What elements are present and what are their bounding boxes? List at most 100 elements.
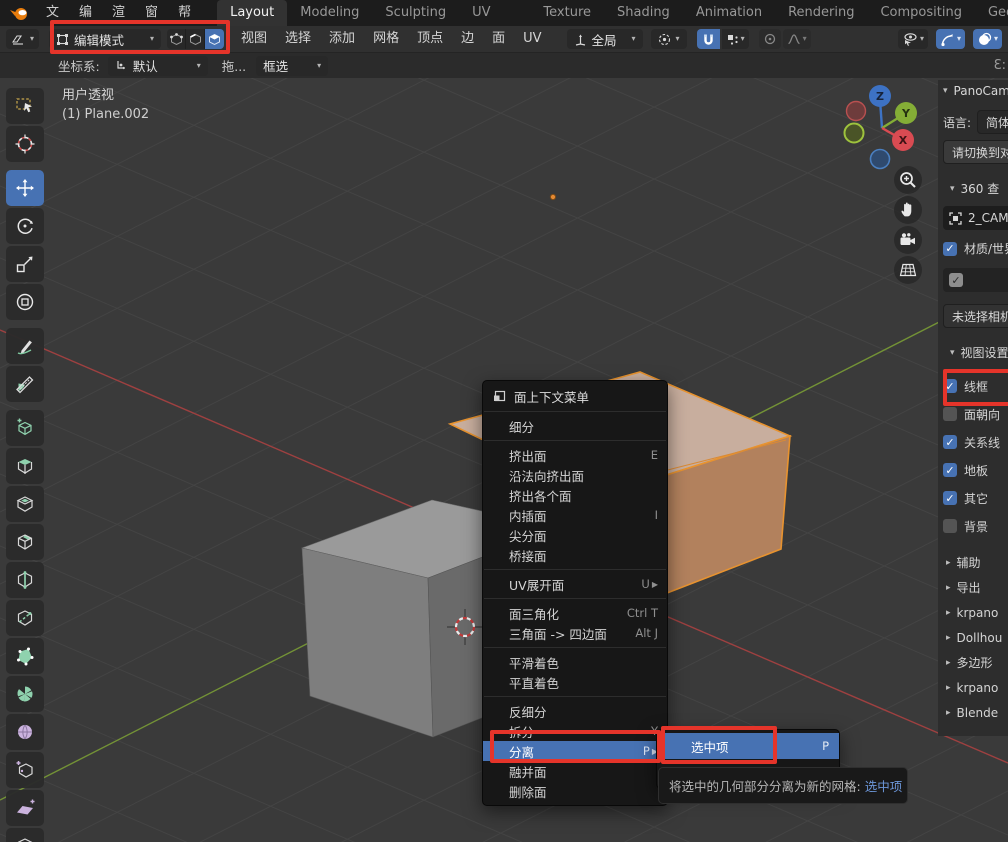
snap-toggle-button[interactable] <box>697 29 720 49</box>
gizmo-negative-z-ball[interactable] <box>871 150 890 169</box>
context-menu-item[interactable]: 桥接面 <box>483 545 667 565</box>
edge-select-button[interactable] <box>186 29 205 49</box>
sidebar-header-panocam[interactable]: ▾ PanoCam <box>943 84 1008 98</box>
viewport-menu-item[interactable]: 选择 <box>276 26 320 52</box>
context-menu-item[interactable]: 删除面 <box>483 781 667 801</box>
tool-inset-faces[interactable] <box>6 486 44 522</box>
pivot-point-dropdown[interactable]: ▾ <box>651 29 687 49</box>
context-menu-item[interactable]: 平直着色 <box>483 672 667 692</box>
context-menu-item[interactable]: 拆分 Y <box>483 721 667 741</box>
checkbox-icon[interactable]: ✓ <box>943 435 957 449</box>
checkbox-checked-icon[interactable]: ✓ <box>943 242 957 256</box>
viewport-menu-item[interactable]: 面 <box>483 26 514 52</box>
tool-rotate[interactable] <box>6 208 44 244</box>
tool-poly-build[interactable] <box>6 638 44 674</box>
workspace-tab[interactable]: Layout <box>217 0 287 26</box>
gizmo-negative-y-ball[interactable] <box>845 124 864 143</box>
camera-view-button[interactable] <box>894 226 922 254</box>
workspace-tab[interactable]: Rendering <box>775 0 867 26</box>
collapsed-section-row[interactable]: ▸ Blende <box>946 700 1002 725</box>
view-setting-row[interactable]: ✓ 背景 <box>943 512 1000 540</box>
workspace-tab[interactable]: Modeling <box>287 0 372 26</box>
gizmos-toggle-button[interactable]: ▾ <box>936 29 965 49</box>
material-world-checkbox-row[interactable]: ✓ 材质/世界 <box>943 240 1008 257</box>
tool-shear[interactable] <box>6 790 44 826</box>
tool-select-box[interactable] <box>6 88 44 124</box>
view-setting-row[interactable]: ✓ 地板 <box>943 456 1000 484</box>
checkbox-icon[interactable]: ✓ <box>943 407 957 421</box>
tool-move[interactable] <box>6 170 44 206</box>
context-menu-item[interactable]: 挤出各个面 <box>483 485 667 505</box>
context-menu-item[interactable]: 反细分 <box>483 701 667 721</box>
orientation-default-dropdown[interactable]: 默认 ▾ <box>108 56 208 76</box>
snap-target-dropdown[interactable]: ▾ <box>722 29 749 49</box>
view-setting-row[interactable]: ✓ 其它 <box>943 484 1000 512</box>
transform-orientation-dropdown[interactable]: 全局 ▾ <box>567 29 643 49</box>
tool-annotate[interactable] <box>6 328 44 364</box>
tool-randomize[interactable] <box>6 752 44 788</box>
workspace-tab[interactable]: Texture Paint <box>530 0 604 26</box>
tool-add-cube[interactable] <box>6 410 44 446</box>
face-select-button[interactable] <box>205 29 224 49</box>
navigation-gizmo[interactable]: Z Y X <box>820 70 950 180</box>
view-setting-row[interactable]: ✓ 关系线 <box>943 428 1000 456</box>
context-menu-item[interactable]: 挤出面 E <box>483 445 667 465</box>
tool-rip-region[interactable] <box>6 828 44 842</box>
switch-language-button[interactable]: 请切换到对 <box>943 140 1008 164</box>
tool-cursor[interactable] <box>6 126 44 162</box>
projection-toggle-button[interactable] <box>894 256 922 284</box>
tool-spin[interactable] <box>6 676 44 712</box>
view-setting-row[interactable]: ✓ 面朝向 <box>943 400 1000 428</box>
workspace-tab[interactable]: Geometry Nodes <box>975 0 1008 26</box>
proportional-editing-button[interactable] <box>759 29 781 49</box>
viewport-menu-item[interactable]: UV <box>514 26 550 52</box>
collapsed-section-row[interactable]: ▸ Dollhou <box>946 625 1002 650</box>
tool-knife[interactable] <box>6 600 44 636</box>
workspace-tab[interactable]: Compositing <box>867 0 975 26</box>
zoom-button[interactable] <box>894 166 922 194</box>
editor-type-button[interactable]: ▾ <box>6 29 39 49</box>
view-settings-header[interactable]: ▾ 视图设置 <box>950 344 1008 361</box>
collapsed-section-row[interactable]: ▸ 多边形 <box>946 650 1002 675</box>
context-menu-item[interactable]: 三角面 -> 四边面 Alt J <box>483 623 667 643</box>
pan-button[interactable] <box>894 196 922 224</box>
context-menu-item[interactable]: 内插面 I <box>483 505 667 525</box>
context-menu-item[interactable]: 分离 P ▶ <box>483 741 667 761</box>
tool-smooth[interactable] <box>6 714 44 750</box>
topbar-menu-item[interactable]: 窗口 <box>135 0 168 26</box>
context-menu-item[interactable]: 沿法向挤出面 <box>483 465 667 485</box>
language-dropdown[interactable]: 简体中 <box>977 110 1008 134</box>
topbar-menu-item[interactable]: 帮助 <box>168 0 201 26</box>
checkbox-gray-checked-icon[interactable]: ✓ <box>949 273 963 287</box>
context-menu-item[interactable]: 面三角化 Ctrl T <box>483 603 667 623</box>
topbar-menu-item[interactable]: 渲染 <box>102 0 135 26</box>
no-camera-button[interactable]: 未选择相机 <box>943 304 1008 328</box>
context-menu-item[interactable]: 尖分面 <box>483 525 667 545</box>
collapsed-section-row[interactable]: ▸ 辅助 <box>946 550 1002 575</box>
topbar-menu-item[interactable]: 编辑 <box>69 0 102 26</box>
view-setting-row[interactable]: ✓ 线框 <box>943 372 1000 400</box>
viewport-menu-item[interactable]: 网格 <box>364 26 408 52</box>
tool-measure[interactable] <box>6 366 44 402</box>
section-360-header[interactable]: ▾ 360 查 <box>950 180 999 197</box>
select-mode-dropdown[interactable]: 框选 ▾ <box>256 56 328 76</box>
viewport-menu-item[interactable]: 顶点 <box>408 26 452 52</box>
context-menu-item[interactable]: 平滑着色 <box>483 652 667 672</box>
tool-transform[interactable] <box>6 284 44 320</box>
tool-loop-cut[interactable] <box>6 562 44 598</box>
camera-object-field[interactable]: 2_CAM <box>943 206 1008 230</box>
viewport-menu-item[interactable]: 边 <box>452 26 483 52</box>
workspace-tab[interactable]: UV Editing <box>459 0 530 26</box>
visibility-dropdown[interactable]: ▾ <box>898 29 928 49</box>
viewport-menu-item[interactable]: 添加 <box>320 26 364 52</box>
checkbox-icon[interactable]: ✓ <box>943 379 957 393</box>
collapsed-section-row[interactable]: ▸ krpano <box>946 600 1002 625</box>
tool-extrude-region[interactable] <box>6 448 44 484</box>
workspace-tab[interactable]: Shading <box>604 0 683 26</box>
checkbox-icon[interactable]: ✓ <box>943 519 957 533</box>
workspace-tab[interactable]: Animation <box>683 0 775 26</box>
proportional-falloff-dropdown[interactable]: ▾ <box>783 29 811 49</box>
mode-dropdown[interactable]: 编辑模式 ▾ <box>49 29 161 49</box>
checkbox-icon[interactable]: ✓ <box>943 491 957 505</box>
tool-scale[interactable] <box>6 246 44 282</box>
